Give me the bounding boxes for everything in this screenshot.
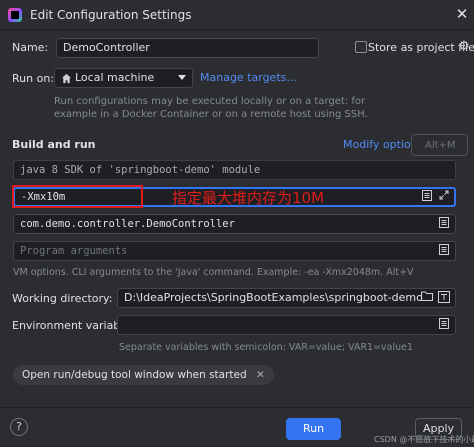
shortcut-tooltip: Alt+M (411, 134, 468, 156)
intellij-app-icon (8, 8, 22, 22)
working-directory-value: D:\IdeaProjects\SpringBootExamples\sprin… (124, 291, 423, 304)
home-icon (61, 73, 72, 84)
store-as-project-file-checkbox[interactable] (355, 41, 367, 53)
run-target-dropdown[interactable]: Local machine (54, 68, 193, 88)
main-class-value: com.demo.controller.DemoController (20, 218, 235, 230)
close-icon[interactable]: ✕ (453, 5, 471, 23)
footer-separator (0, 407, 474, 408)
macro-icon[interactable] (437, 291, 451, 305)
chevron-down-icon (178, 75, 186, 80)
close-icon[interactable]: ✕ (256, 365, 265, 385)
title-bar: Edit Configuration Settings ✕ (0, 0, 474, 30)
jdk-value: java 8 SDK of 'springboot-demo' module (20, 164, 261, 176)
document-icon[interactable] (420, 190, 434, 204)
working-directory-label: Working directory: (12, 292, 113, 305)
name-label: Name: (12, 41, 49, 54)
document-icon[interactable] (437, 318, 451, 332)
vm-options-hint: VM options. CLI arguments to the 'Java' … (13, 267, 414, 278)
expand-icon[interactable] (437, 190, 451, 204)
run-button[interactable]: Run (286, 418, 341, 440)
manage-targets-link[interactable]: Manage targets... (200, 71, 297, 84)
window-title: Edit Configuration Settings (30, 8, 192, 22)
run-on-hint-line-2: example in a Docker Container or on a re… (54, 109, 368, 120)
run-on-label: Run on: (12, 72, 54, 85)
environment-variables-input[interactable] (117, 315, 456, 335)
run-target-value: Local machine (75, 71, 155, 84)
annotation-text: 指定最大堆内存为10M (172, 189, 325, 207)
run-on-hint-line-1: Run configurations may be executed local… (54, 96, 366, 107)
gear-icon[interactable]: ⚙ (457, 40, 471, 54)
working-directory-input[interactable]: D:\IdeaProjects\SpringBootExamples\sprin… (117, 288, 456, 308)
main-class-input[interactable]: com.demo.controller.DemoController (13, 214, 456, 234)
jdk-select[interactable]: java 8 SDK of 'springboot-demo' module (13, 160, 456, 180)
annotation-highlight-box (12, 185, 143, 208)
watermark: CSDN @不愿放下技术的小赵 (374, 435, 474, 444)
open-tool-window-label: Open run/debug tool window when started (22, 369, 247, 381)
help-button[interactable]: ? (10, 418, 28, 436)
build-and-run-heading: Build and run (12, 138, 96, 151)
open-tool-window-option[interactable]: Open run/debug tool window when started … (13, 365, 274, 385)
program-arguments-placeholder: Program arguments (20, 245, 128, 257)
program-arguments-input[interactable]: Program arguments (13, 241, 456, 261)
folder-icon[interactable] (420, 291, 434, 305)
document-icon[interactable] (437, 217, 451, 231)
environment-variables-hint: Separate variables with semicolon: VAR=v… (119, 342, 414, 353)
document-icon[interactable] (437, 244, 451, 258)
name-input[interactable]: DemoController (56, 38, 319, 58)
modify-options-shortcut: Alt+M (425, 140, 456, 151)
